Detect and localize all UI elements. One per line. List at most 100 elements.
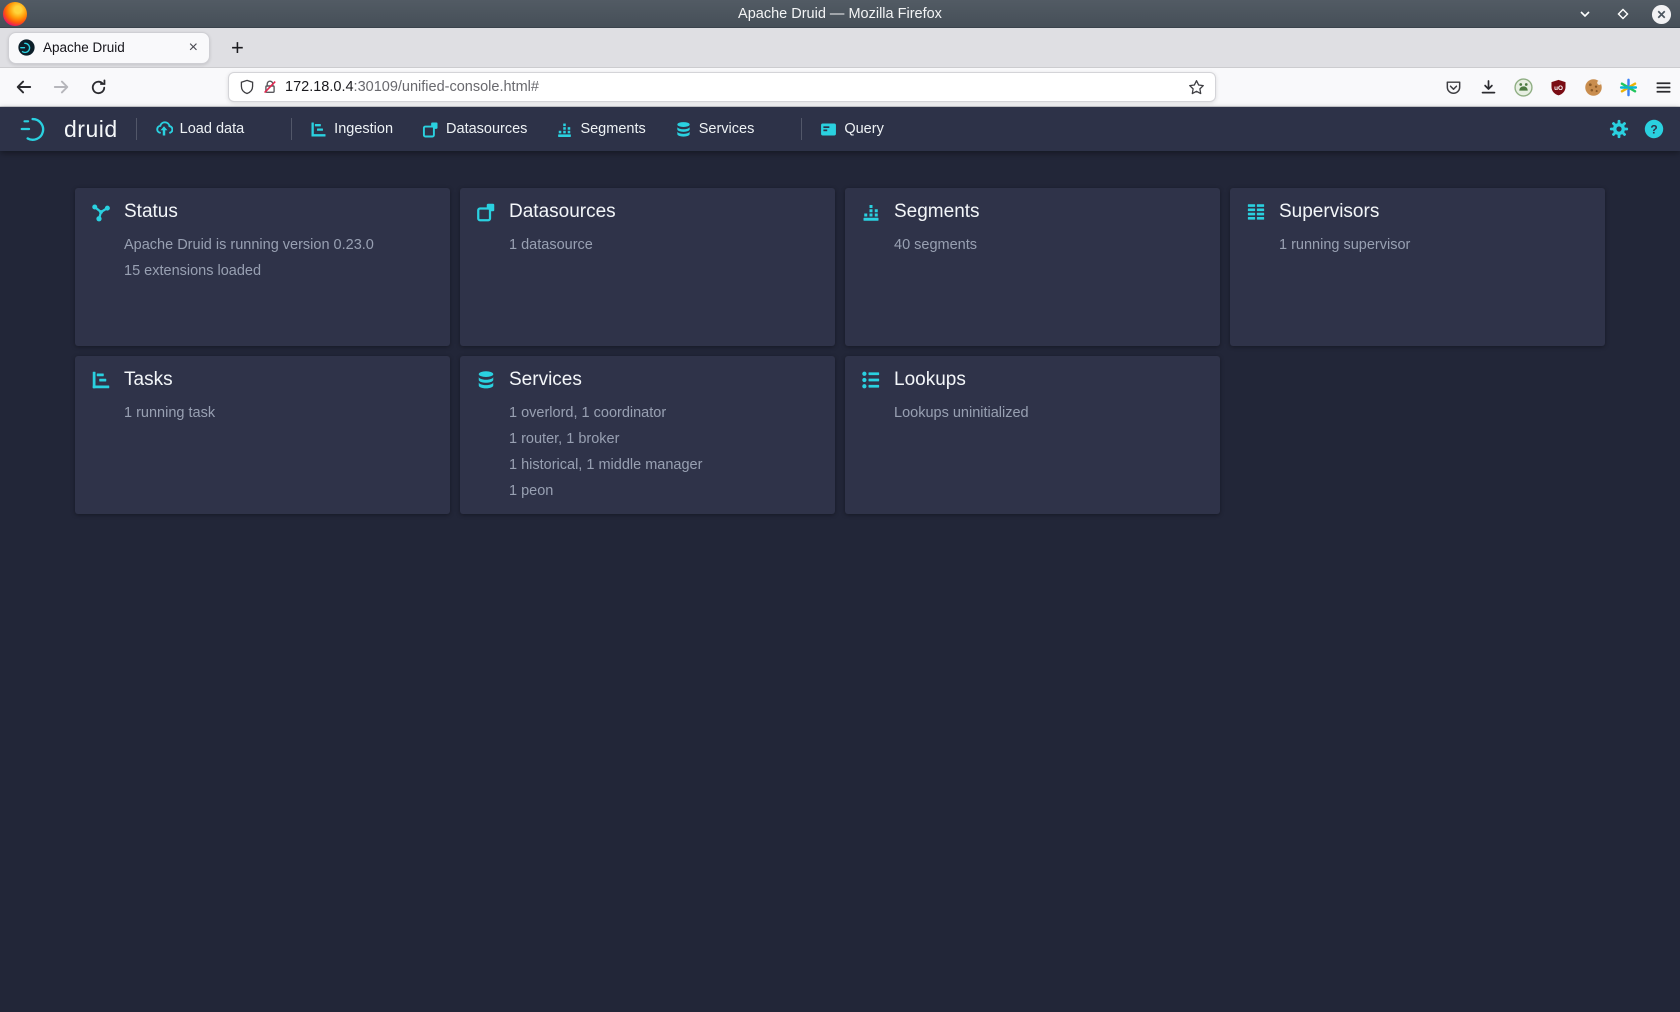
druid-swirl-icon [20, 114, 56, 144]
settings-button[interactable] [1609, 119, 1629, 139]
cloud-upload-icon [155, 120, 173, 138]
forward-arrow-icon [52, 78, 70, 96]
monkey-extension-button[interactable] [1512, 77, 1534, 99]
menu-button[interactable] [1652, 77, 1674, 99]
home-view: Status Apache Druid is running version 0… [0, 151, 1680, 1012]
chevron-down-icon [1577, 6, 1593, 22]
card-line: 1 running task [124, 400, 434, 426]
tab-apache-druid[interactable]: Apache Druid × [8, 32, 210, 64]
card-title: Status [124, 201, 178, 223]
ublock-icon: uO [1550, 79, 1567, 96]
close-button[interactable] [1650, 3, 1672, 25]
nav-label: Query [844, 121, 884, 137]
header-divider [136, 118, 137, 140]
card-title: Lookups [894, 369, 966, 391]
card-line: Apache Druid is running version 0.23.0 [124, 232, 434, 258]
asterisk-extension-button[interactable] [1617, 77, 1639, 99]
help-button[interactable]: ? [1644, 119, 1664, 139]
toolbar-right-icons: uO [1442, 68, 1674, 107]
nav-label: Load data [180, 121, 245, 137]
card-line: 1 router, 1 broker [509, 426, 819, 452]
shield-icon[interactable] [239, 79, 255, 95]
list-columns-icon [1246, 202, 1266, 222]
card-segments[interactable]: Segments 40 segments [845, 188, 1220, 346]
card-supervisors[interactable]: Supervisors 1 running supervisor [1230, 188, 1605, 346]
gear-icon [1609, 119, 1629, 139]
url-bar[interactable]: 172.18.0.4:30109/unified-console.html# [228, 72, 1216, 102]
nav-label: Ingestion [334, 121, 393, 137]
close-icon [1651, 4, 1672, 25]
nav-load-data[interactable]: Load data [155, 120, 245, 138]
properties-icon [861, 370, 881, 390]
console-icon [820, 121, 837, 138]
insecure-lock-icon[interactable] [262, 79, 278, 95]
browser-toolbar: 172.18.0.4:30109/unified-console.html# u… [0, 68, 1680, 107]
bookmark-star-icon[interactable] [1188, 79, 1205, 96]
gantt-chart-icon [91, 370, 111, 390]
druid-favicon-icon [18, 39, 35, 56]
header-right: ? [1609, 119, 1664, 139]
database-icon [675, 121, 692, 138]
card-datasources[interactable]: Datasources 1 datasource [460, 188, 835, 346]
firefox-logo-icon [3, 2, 27, 26]
back-button[interactable] [12, 75, 36, 99]
nav-services[interactable]: Services [675, 121, 755, 138]
card-lookups[interactable]: Lookups Lookups uninitialized [845, 356, 1220, 514]
card-title: Segments [894, 201, 980, 223]
stacked-bar-chart-icon [556, 121, 573, 138]
card-tasks[interactable]: Tasks 1 running task [75, 356, 450, 514]
card-line: 15 extensions loaded [124, 258, 434, 284]
minimize-button[interactable] [1574, 3, 1596, 25]
nav-ingestion[interactable]: Ingestion [310, 121, 393, 138]
nav-label: Services [699, 121, 755, 137]
cookie-extension-icon [1584, 78, 1603, 97]
forward-button[interactable] [49, 75, 73, 99]
tab-title: Apache Druid [43, 40, 179, 55]
new-tab-button[interactable]: + [225, 35, 250, 61]
nav-datasources[interactable]: Datasources [422, 121, 527, 138]
svg-text:uO: uO [1554, 85, 1563, 92]
multicolor-asterisk-extension-icon [1619, 78, 1638, 97]
graph-icon [91, 202, 111, 222]
window-title: Apache Druid — Mozilla Firefox [738, 6, 942, 22]
card-line: 40 segments [894, 232, 1204, 258]
card-status[interactable]: Status Apache Druid is running version 0… [75, 188, 450, 346]
reload-button[interactable] [86, 75, 110, 99]
url-path: :30109/unified-console.html# [354, 79, 539, 95]
multi-select-icon [422, 121, 439, 138]
window-titlebar[interactable]: Apache Druid — Mozilla Firefox [0, 0, 1680, 28]
svg-text:?: ? [1650, 122, 1657, 136]
database-icon [476, 370, 496, 390]
druid-header: druid Load data Ingestion Datasources [0, 107, 1680, 151]
card-line: 1 running supervisor [1279, 232, 1589, 258]
nav-label: Segments [580, 121, 645, 137]
cookie-extension-button[interactable] [1582, 77, 1604, 99]
card-title: Supervisors [1279, 201, 1379, 223]
card-title: Datasources [509, 201, 616, 223]
downloads-button[interactable] [1477, 77, 1499, 99]
ublock-button[interactable]: uO [1547, 77, 1569, 99]
druid-logo-text: druid [64, 116, 118, 143]
card-title: Tasks [124, 369, 173, 391]
card-services[interactable]: Services 1 overlord, 1 coordinator 1 rou… [460, 356, 835, 514]
gantt-chart-icon [310, 121, 327, 138]
reload-icon [90, 79, 107, 96]
diamond-icon [1615, 6, 1631, 22]
pocket-button[interactable] [1442, 77, 1464, 99]
maximize-button[interactable] [1612, 3, 1634, 25]
menu-icon [1655, 79, 1672, 96]
url-text[interactable]: 172.18.0.4:30109/unified-console.html# [285, 79, 1181, 95]
druid-logo[interactable]: druid [20, 114, 118, 144]
card-line: 1 peon [509, 478, 819, 504]
nav-label: Datasources [446, 121, 527, 137]
nav-segments[interactable]: Segments [556, 121, 645, 138]
multi-select-icon [476, 202, 496, 222]
card-title: Services [509, 369, 582, 391]
nav-query[interactable]: Query [820, 121, 884, 138]
tab-close-icon[interactable]: × [187, 40, 200, 56]
status-card-grid: Status Apache Druid is running version 0… [75, 188, 1605, 514]
pocket-icon [1445, 79, 1462, 96]
stacked-bar-chart-icon [861, 202, 881, 222]
card-line: 1 overlord, 1 coordinator [509, 400, 819, 426]
header-divider [291, 118, 292, 140]
